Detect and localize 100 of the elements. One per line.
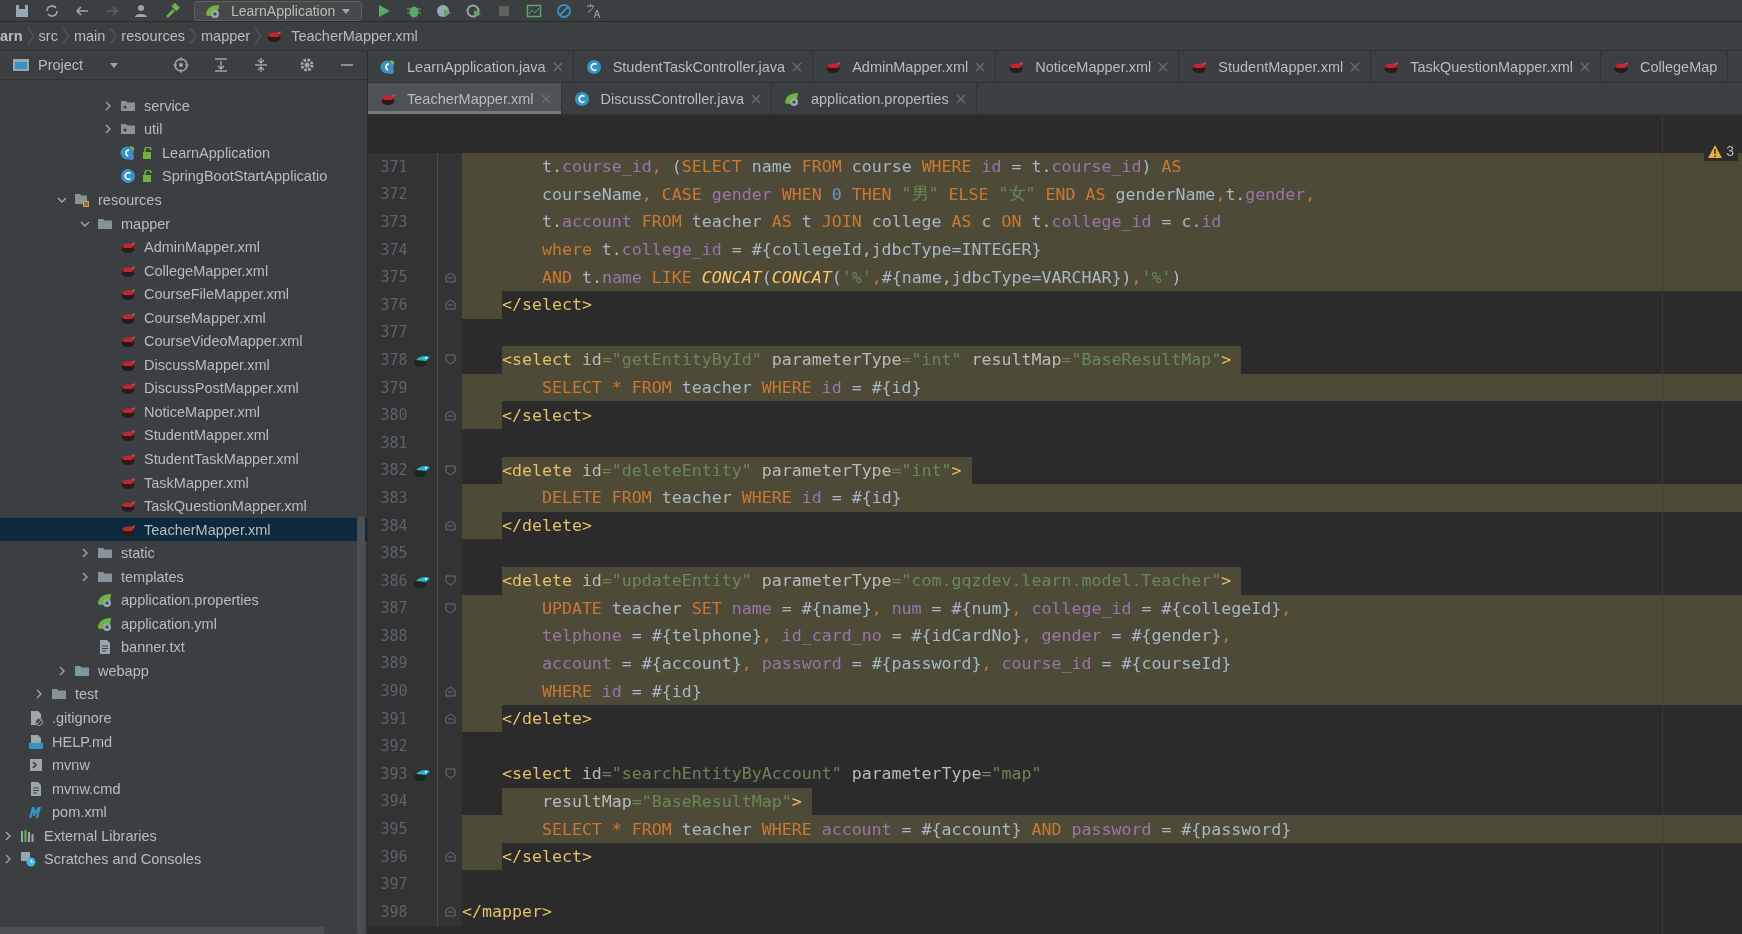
fold-icon[interactable] (444, 464, 456, 476)
tree-item[interactable]: mapper (0, 211, 367, 236)
tree-item[interactable]: DiscussPostMapper.xml (0, 376, 367, 401)
tree-item[interactable]: CourseMapper.xml (0, 305, 367, 330)
class-icon (120, 168, 136, 185)
tree-item[interactable]: NoticeMapper.xml (0, 400, 367, 424)
close-icon[interactable] (955, 93, 966, 104)
close-icon[interactable] (1350, 61, 1361, 72)
coverage-icon[interactable] (436, 2, 453, 19)
chevron-icon (189, 26, 198, 46)
editor-tab[interactable]: StudentMapper.xml (1179, 51, 1372, 82)
editor-tab[interactable]: TaskQuestionMapper.xml (1371, 51, 1601, 82)
save-icon[interactable] (14, 2, 30, 19)
class-icon (585, 58, 602, 75)
breadcrumb-item[interactable]: main (73, 28, 106, 44)
tree-item[interactable]: SpringBootStartApplicatio (0, 164, 367, 189)
code-line: where t.college_id = #{collegeId,jdbcType=INTEGER} (540, 239, 1043, 262)
tree-item[interactable]: TaskQuestionMapper.xml (0, 494, 367, 518)
fold-icon[interactable] (444, 520, 456, 531)
bird-icon (120, 498, 136, 515)
fold-icon[interactable] (444, 299, 456, 311)
tree-item[interactable]: banner.txt (0, 635, 367, 660)
editor-tab[interactable]: application.properties (772, 83, 977, 114)
code-line: </delete> (500, 708, 593, 731)
tree-item[interactable]: pom.xml (0, 800, 367, 824)
fold-icon[interactable] (444, 685, 456, 697)
hammer-icon[interactable] (164, 2, 180, 19)
close-icon[interactable] (751, 93, 761, 104)
close-icon[interactable] (792, 61, 803, 72)
tree-item[interactable]: StudentTaskMapper.xml (0, 447, 367, 471)
close-icon[interactable] (1580, 61, 1590, 72)
tree-item[interactable]: .gitignore (0, 706, 367, 730)
tree-item[interactable]: application.yml (0, 612, 367, 636)
tree-item[interactable]: webapp (0, 659, 367, 683)
fold-icon[interactable] (444, 851, 456, 863)
breadcrumb-item[interactable]: TeacherMapper.xml (266, 28, 418, 44)
translate-icon[interactable] (586, 2, 603, 19)
tree-item[interactable]: resources (0, 188, 367, 212)
warning-icon[interactable] (1708, 144, 1723, 158)
no-entry-icon[interactable] (556, 2, 573, 19)
tree-item[interactable]: CollegeMapper.xml (0, 258, 367, 283)
settings-icon[interactable] (299, 57, 315, 73)
editor-tab[interactable]: AdminMapper.xml (813, 51, 997, 82)
editor-tab[interactable]: TeacherMapper.xml (368, 83, 562, 114)
locate-icon[interactable] (173, 57, 189, 73)
chevron-icon (254, 26, 263, 46)
code-line: </mapper> (462, 901, 553, 924)
tree-item[interactable]: TaskMapper.xml (0, 470, 367, 495)
editor-tab[interactable]: DiscussController.java (561, 83, 772, 114)
tree-item[interactable]: util (0, 117, 367, 142)
tree-item[interactable]: application.properties (0, 588, 367, 613)
close-icon[interactable] (1158, 61, 1169, 72)
tree-item[interactable]: static (0, 541, 367, 565)
profiler-icon[interactable] (466, 2, 483, 19)
editor-tab[interactable]: LearnApplication.java (368, 51, 574, 82)
tree-item[interactable]: HELP.md (0, 729, 367, 754)
collapse-all-icon[interactable] (253, 57, 269, 73)
fold-icon[interactable] (444, 906, 456, 918)
fold-icon[interactable] (444, 602, 456, 614)
scrollbar[interactable] (357, 516, 365, 934)
tree-item[interactable]: Scratches and Consoles (0, 847, 367, 872)
tree-item[interactable]: templates (0, 564, 367, 589)
close-icon[interactable] (552, 61, 563, 72)
fold-icon[interactable] (444, 575, 456, 587)
text-file-icon (28, 780, 44, 797)
fold-icon[interactable] (444, 271, 456, 283)
tree-item[interactable]: External Libraries (0, 823, 367, 848)
code-line: <select id="searchEntityByAccount" parameterType="map" (500, 763, 1043, 786)
breadcrumb-item[interactable]: resources (121, 28, 186, 44)
expand-all-icon[interactable] (213, 57, 229, 73)
code-line: </delete> (500, 515, 593, 537)
tree-item[interactable]: DiscussMapper.xml (0, 353, 367, 377)
project-view-dropdown[interactable]: Project (12, 57, 120, 73)
fold-icon[interactable] (444, 409, 456, 421)
run-configuration-dropdown[interactable]: LearnApplication (194, 0, 363, 21)
tree-item[interactable]: service (0, 94, 367, 118)
chart-icon[interactable] (526, 2, 543, 19)
sync-icon[interactable] (44, 2, 60, 19)
close-icon[interactable] (975, 61, 986, 72)
tree-item[interactable]: mvnw.cmd (0, 776, 367, 801)
editor-tab[interactable]: StudentTaskController.java (573, 51, 814, 82)
chevron-icon (61, 26, 70, 46)
tree-item[interactable]: test (0, 682, 367, 707)
ignore-file-icon (28, 710, 44, 726)
fold-icon[interactable] (444, 768, 456, 780)
fold-icon[interactable] (444, 354, 456, 366)
tree-item[interactable]: LearnApplication (0, 141, 367, 165)
tree-item[interactable]: mvnw (0, 753, 367, 777)
breadcrumb-item[interactable]: arn (0, 28, 23, 44)
breadcrumb-item[interactable]: src (38, 28, 58, 44)
tree-item[interactable]: StudentMapper.xml (0, 423, 367, 448)
user-icon[interactable] (134, 2, 150, 19)
editor-tab[interactable]: NoticeMapper.xml (996, 51, 1180, 82)
tree-item[interactable]: CourseVideoMapper.xml (0, 329, 367, 353)
breadcrumb-item[interactable]: mapper (201, 28, 251, 44)
tree-item[interactable]: TeacherMapper.xml (0, 517, 367, 542)
fold-icon[interactable] (444, 713, 456, 725)
tree-item[interactable]: AdminMapper.xml (0, 235, 367, 259)
editor-tab[interactable]: CollegeMap (1601, 51, 1729, 82)
tree-item[interactable]: CourseFileMapper.xml (0, 282, 367, 306)
